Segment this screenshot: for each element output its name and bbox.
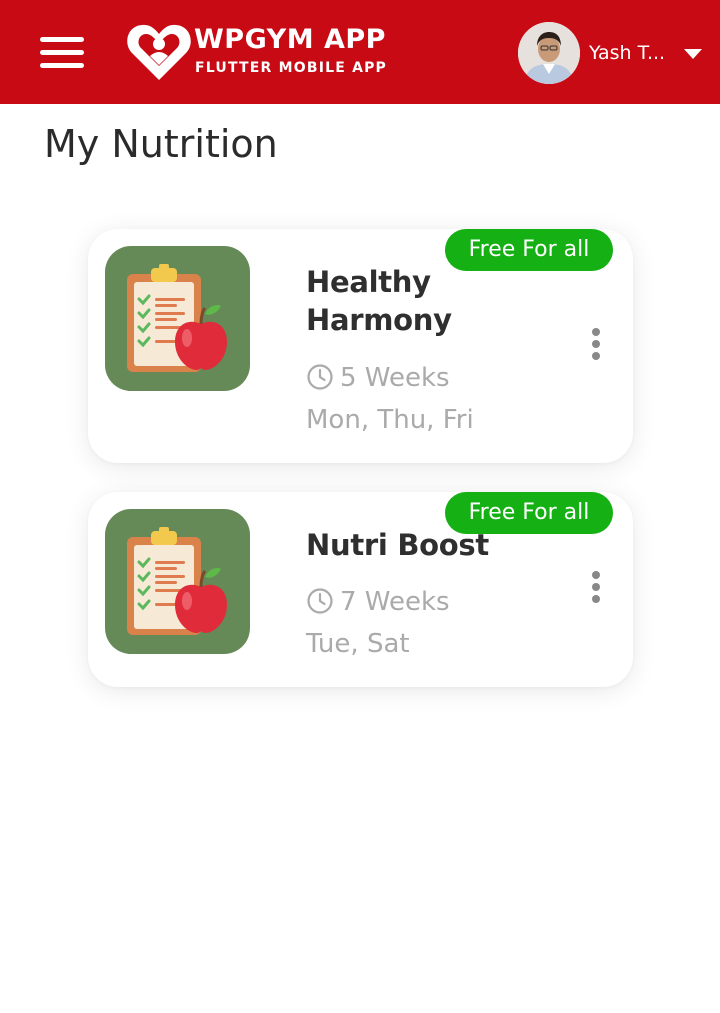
more-options-icon[interactable]	[586, 569, 606, 613]
app-logo: WPGYM APP FLUTTER MOBILE APP	[126, 20, 426, 84]
heart-logo-icon	[127, 24, 191, 80]
nutrition-plan-card[interactable]: Free For all Nutri Boost 7 Weeks Tue, Sa…	[88, 492, 633, 687]
nutrition-plan-card[interactable]: Free For all Healthy Harmony 5 Weeks Mon…	[88, 229, 633, 463]
clock-icon	[307, 363, 333, 390]
plan-duration-text: 5 Weeks	[340, 363, 450, 393]
clock-icon	[307, 587, 333, 614]
plan-days: Tue, Sat	[306, 629, 410, 659]
nutrition-clipboard-apple-icon	[105, 509, 250, 654]
app-title: WPGYM APP	[194, 24, 386, 55]
more-options-icon[interactable]	[586, 326, 606, 370]
avatar	[518, 22, 580, 84]
nutrition-clipboard-apple-icon	[105, 246, 250, 391]
user-menu[interactable]: Yash T...	[516, 22, 708, 84]
user-name: Yash T...	[589, 42, 666, 64]
app-subtitle: FLUTTER MOBILE APP	[195, 60, 388, 76]
plan-duration: 7 Weeks	[306, 587, 450, 619]
plan-days: Mon, Thu, Fri	[306, 405, 474, 435]
plan-name: Nutri Boost	[306, 528, 489, 562]
plan-duration-text: 7 Weeks	[340, 587, 450, 617]
caret-down-icon[interactable]	[684, 49, 702, 59]
plan-name: Healthy Harmony	[306, 265, 452, 337]
plan-duration: 5 Weeks	[306, 363, 450, 395]
page-title: My Nutrition	[44, 122, 278, 166]
app-bar: WPGYM APP FLUTTER MOBILE APP Yash T...	[0, 0, 720, 104]
hamburger-menu-icon[interactable]	[36, 30, 88, 74]
